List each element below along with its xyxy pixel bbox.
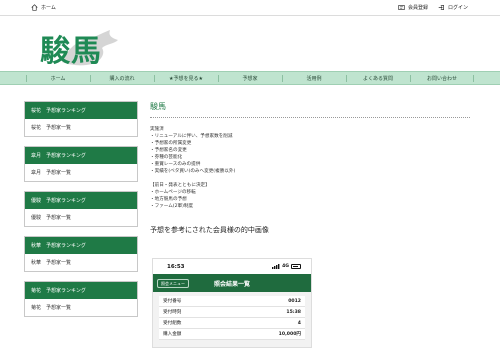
notice-line: ・地方競馬の予想 <box>150 197 187 202</box>
sidebar-ranking-link[interactable]: 皐月 予想家ランキング <box>25 147 137 164</box>
result-row: 受付時刻 15:38 <box>159 307 305 318</box>
notice-line: ・ファーム(2軍)制度 <box>150 204 194 209</box>
notice-line: ・重賞レースのみの提供 <box>150 162 201 167</box>
register-label: 会員登録 <box>407 5 428 11</box>
nav-item-faq[interactable]: よくある質問 <box>346 72 410 84</box>
network-type: 4G <box>282 264 289 269</box>
register-link[interactable]: 会員登録 <box>398 4 428 11</box>
register-icon <box>398 5 405 10</box>
result-label: 購入金額 <box>163 332 182 337</box>
top-bar: ホーム 会員登録 ログイン <box>0 0 500 16</box>
phone-time: 16:53 <box>167 263 185 270</box>
phone-app-bar: 照会メニュー 照会結果一覧 <box>153 274 311 292</box>
sidebar-ranking-link[interactable]: 優駿 予想家ランキング <box>25 192 137 209</box>
sidebar-block-yushun: 優駿 予想家ランキング 優駿 予想家一覧 <box>24 191 138 227</box>
sidebar: 桜花 予想家ランキング 桜花 予想家一覧 皐月 予想家ランキング 皐月 予想家一… <box>24 101 138 326</box>
logo-text: 駿馬 <box>40 34 102 69</box>
result-value: 4 <box>297 320 301 326</box>
sidebar-ranking-link[interactable]: 菊花 予想家ランキング <box>25 282 137 299</box>
main-content: 駿馬 実施済 ・リニューアルに伴い、予想家数を削減 ・予想家の所属変更 ・予想家… <box>150 101 470 235</box>
main-nav: ホーム 購入の流れ ★予想を見る★ 予想家 活用例 よくある質問 お問い合わせ <box>0 71 500 85</box>
winning-images-heading: 予想を参考にされた会員様の的中画像 <box>150 226 269 234</box>
inquiry-menu-button: 照会メニュー <box>157 279 189 288</box>
login-label: ログイン <box>447 5 468 11</box>
notice-line: ・予想家名の変更 <box>150 148 187 153</box>
notice-line: ・ホームページの移転 <box>150 190 196 195</box>
sidebar-list-link[interactable]: 菊花 予想家一覧 <box>25 299 137 316</box>
home-icon <box>31 4 38 11</box>
sidebar-ranking-link[interactable]: 秋華 予想家ランキング <box>25 237 137 254</box>
nav-item-contact[interactable]: お問い合わせ <box>410 72 474 84</box>
result-row: 受付組数 4 <box>159 318 305 329</box>
notice-section-done: 実施済 ・リニューアルに伴い、予想家数を削減 ・予想家の所属変更 ・予想家名の変… <box>150 126 470 210</box>
notice-line: 実施済 <box>150 127 164 132</box>
login-link[interactable]: ログイン <box>438 4 468 11</box>
result-row: 受付番号 0012 <box>159 296 305 307</box>
notice-line: ・実績を(ベタ買い)のみへ変更(複勝以外) <box>150 169 236 174</box>
nav-item-view-predictions[interactable]: ★予想を見る★ <box>154 72 218 84</box>
sidebar-ranking-link[interactable]: 桜花 予想家ランキング <box>25 102 137 119</box>
nav-item-examples[interactable]: 活用例 <box>282 72 346 84</box>
result-list: 受付番号 0012 受付時刻 15:38 受付組数 4 購入金額 10,000円 <box>153 292 311 347</box>
notice-line: ・券種の芸能化 <box>150 155 183 160</box>
nav-item-home[interactable]: ホーム <box>26 72 90 84</box>
sidebar-block-ouka: 桜花 予想家ランキング 桜花 予想家一覧 <box>24 101 138 137</box>
notice-line: ・リニューアルに伴い、予想家数を削減 <box>150 134 233 139</box>
site-logo[interactable]: 駿馬 <box>40 22 120 69</box>
battery-icon <box>291 264 301 269</box>
result-row: 購入金額 10,000円 <box>159 329 305 340</box>
notice-line: ・予想家の所属変更 <box>150 141 192 146</box>
sidebar-block-kikka: 菊花 予想家ランキング 菊花 予想家一覧 <box>24 281 138 317</box>
page-title: 駿馬 <box>150 102 166 111</box>
sidebar-list-link[interactable]: 桜花 予想家一覧 <box>25 119 137 136</box>
result-value: 0012 <box>288 298 301 304</box>
sidebar-list-link[interactable]: 皐月 予想家一覧 <box>25 164 137 181</box>
sidebar-list-link[interactable]: 優駿 予想家一覧 <box>25 209 137 226</box>
home-link[interactable]: ホーム <box>31 4 56 11</box>
result-value: 15:38 <box>286 309 301 315</box>
login-icon <box>438 5 444 10</box>
winning-ticket-screenshot: 16:53 4G 照会メニュー 照会結果一覧 受付番号 0012 受付時刻 15:3… <box>152 258 312 348</box>
title-divider <box>150 117 470 118</box>
result-label: 受付組数 <box>163 321 182 326</box>
nav-item-predictors[interactable]: 予想家 <box>218 72 282 84</box>
sidebar-block-satsuki: 皐月 予想家ランキング 皐月 予想家一覧 <box>24 146 138 182</box>
sidebar-list-link[interactable]: 秋華 予想家一覧 <box>25 254 137 271</box>
home-link-label: ホーム <box>41 5 56 11</box>
result-label: 受付番号 <box>163 299 182 304</box>
nav-item-purchase-flow[interactable]: 購入の流れ <box>90 72 154 84</box>
notice-line: 【前日・発表とともに決定】 <box>150 183 210 188</box>
signal-icon <box>272 264 280 269</box>
result-label: 受付時刻 <box>163 310 182 315</box>
result-value: 10,000円 <box>278 332 301 337</box>
sidebar-block-shuka: 秋華 予想家ランキング 秋華 予想家一覧 <box>24 236 138 272</box>
phone-status-bar: 16:53 4G <box>153 259 311 274</box>
